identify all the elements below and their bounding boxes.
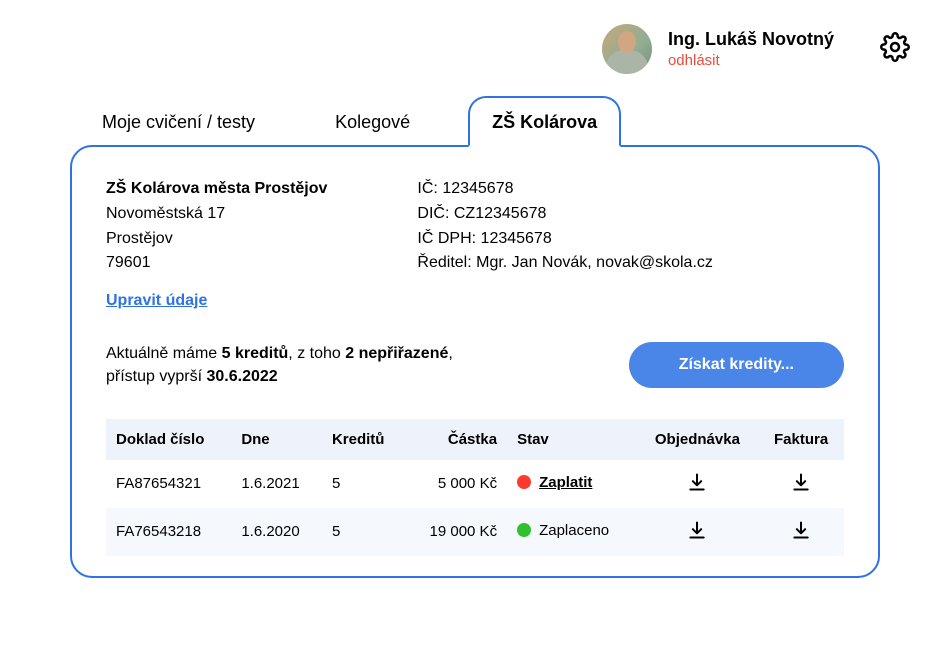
th-amount: Částka [406,419,507,460]
school-dic: DIČ: CZ12345678 [417,205,546,222]
header: Ing. Lukáš Novotný odhlásit [0,0,950,84]
credits-summary: Aktuálně máme 5 kreditů, z toho 2 nepřiř… [106,342,453,388]
tab-exercises[interactable]: Moje cvičení / testy [80,98,277,145]
tabs: Moje cvičení / testy Kolegové ZŠ Kolárov… [0,94,950,145]
main-panel: ZŠ Kolárova města Prostějov Novoměstská … [70,145,880,578]
th-status: Stav [507,419,637,460]
user-meta: Ing. Lukáš Novotný odhlásit [668,28,834,71]
cell-status: Zaplatit [507,460,637,508]
avatar[interactable] [602,24,652,74]
school-director: Ředitel: Mgr. Jan Novák, novak@skola.cz [417,254,712,271]
th-credits: Kreditů [322,419,406,460]
status-label: Zaplaceno [539,522,609,539]
cell-doc: FA87654321 [106,460,231,508]
th-order: Objednávka [637,419,758,460]
cell-amount: 5 000 Kč [406,460,507,508]
cell-credits: 5 [322,508,406,556]
th-doc: Doklad číslo [106,419,231,460]
school-ic: IČ: 12345678 [417,180,513,197]
cell-date: 1.6.2021 [231,460,322,508]
table-row: FA876543211.6.202155 000 Kč Zaplatit [106,460,844,508]
cell-order [637,460,758,508]
school-ic-dph: IČ DPH: 12345678 [417,230,551,247]
download-icon[interactable] [687,520,707,544]
pay-link[interactable]: Zaplatit [539,474,592,491]
cell-credits: 5 [322,460,406,508]
cell-amount: 19 000 Kč [406,508,507,556]
table-row: FA765432181.6.2020519 000 Kč Zaplaceno [106,508,844,556]
cell-invoice [758,460,844,508]
school-city: Prostějov [106,230,173,247]
download-icon[interactable] [687,472,707,496]
status-dot-icon [517,475,531,489]
school-address-block: ZŠ Kolárova města Prostějov Novoměstská … [106,177,327,276]
school-info: ZŠ Kolárova města Prostějov Novoměstská … [106,177,844,276]
cell-doc: FA76543218 [106,508,231,556]
cell-status: Zaplaceno [507,508,637,556]
logout-link[interactable]: odhlásit [668,51,834,71]
tab-colleagues[interactable]: Kolegové [313,98,432,145]
school-postal: 79601 [106,254,151,271]
download-icon[interactable] [791,520,811,544]
th-invoice: Faktura [758,419,844,460]
get-credits-button[interactable]: Získat kredity... [629,342,844,388]
gear-icon[interactable] [880,32,910,67]
app-window: Ing. Lukáš Novotný odhlásit Moje cvičení… [0,0,950,650]
documents-table: Doklad číslo Dne Kreditů Částka Stav Obj… [106,419,844,556]
tab-school[interactable]: ZŠ Kolárova [468,96,621,147]
edit-details-link[interactable]: Upravit údaje [106,292,207,310]
school-street: Novoměstská 17 [106,205,225,222]
cell-date: 1.6.2020 [231,508,322,556]
school-ids-block: IČ: 12345678 DIČ: CZ12345678 IČ DPH: 123… [417,177,712,276]
cell-invoice [758,508,844,556]
th-date: Dne [231,419,322,460]
credits-row: Aktuálně máme 5 kreditů, z toho 2 nepřiř… [106,342,844,388]
status-dot-icon [517,523,531,537]
cell-order [637,508,758,556]
school-name: ZŠ Kolárova města Prostějov [106,180,327,197]
user-name: Ing. Lukáš Novotný [668,28,834,51]
download-icon[interactable] [791,472,811,496]
